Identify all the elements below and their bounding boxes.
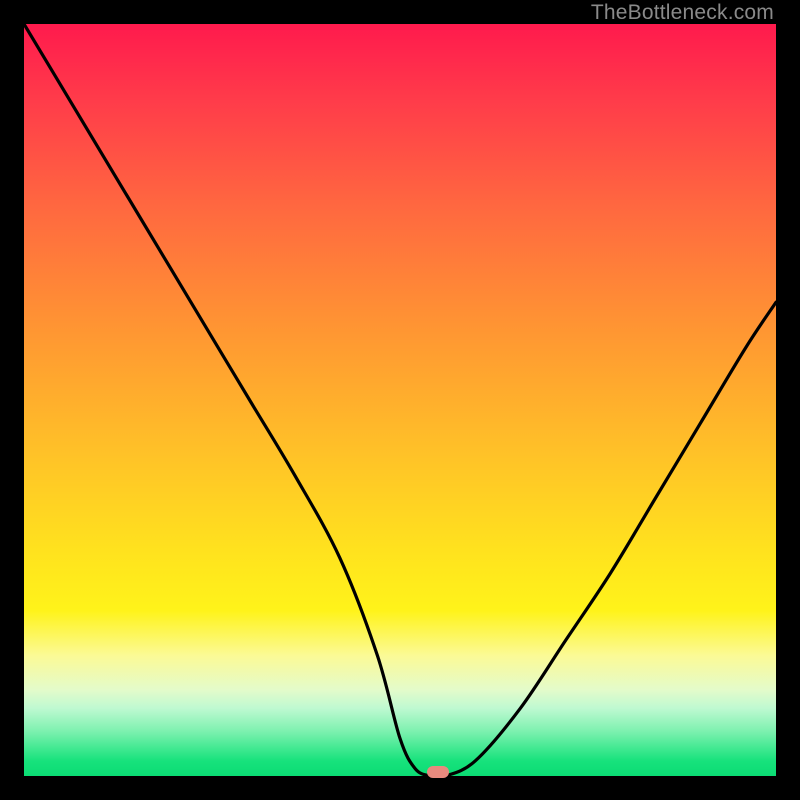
optimum-marker: [427, 766, 449, 778]
curve-path: [24, 24, 776, 776]
chart-frame: TheBottleneck.com: [0, 0, 800, 800]
watermark-text: TheBottleneck.com: [591, 1, 774, 25]
plot-area: [24, 24, 776, 776]
bottleneck-curve: [24, 24, 776, 776]
